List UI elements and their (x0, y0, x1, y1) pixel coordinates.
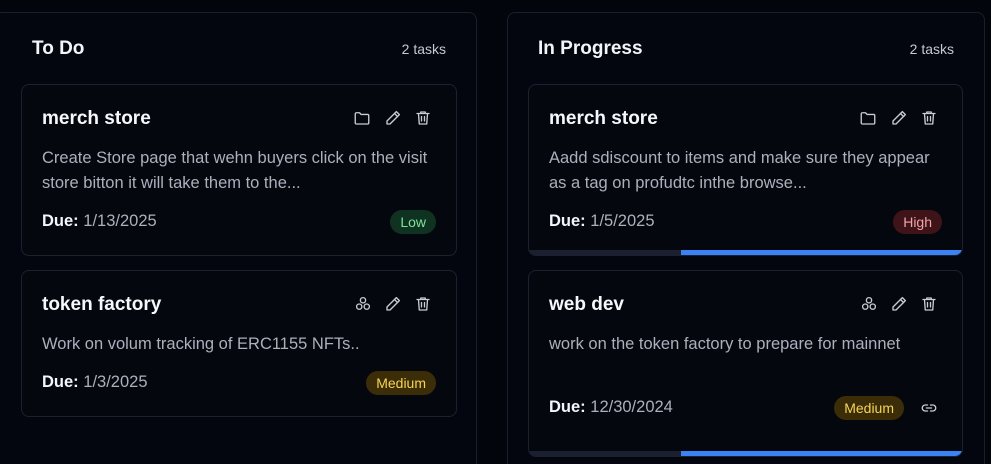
card-title: merch store (42, 108, 151, 129)
task-card[interactable]: merch store Create Store page that wehn … (21, 84, 457, 256)
column-in-progress: In Progress 2 tasks merch store Aadd sdi… (507, 12, 985, 464)
task-count: 2 tasks (909, 41, 954, 57)
folder-icon[interactable] (858, 109, 878, 127)
card-actions (860, 295, 938, 313)
due-label: Due: (549, 212, 586, 230)
due-date: 1/3/2025 (83, 373, 148, 391)
priority-badge: High (893, 210, 942, 234)
progress-bar (529, 250, 962, 255)
card-description: Create Store page that wehn buyers click… (42, 149, 428, 192)
card-title: merch store (549, 108, 658, 129)
card-title: token factory (42, 294, 162, 315)
task-count: 2 tasks (401, 41, 446, 57)
card-due: Due: 1/5/2025 (549, 212, 655, 231)
priority-badge: Medium (366, 371, 436, 395)
card-title: web dev (549, 294, 624, 315)
column-title: In Progress (538, 38, 643, 59)
card-description: Work on volum tracking of ERC1155 NFTs.. (42, 335, 360, 353)
priority-badge: Medium (834, 396, 904, 420)
column-title: To Do (32, 38, 85, 59)
trash-icon[interactable] (414, 295, 432, 313)
card-description: work on the token factory to prepare for… (549, 335, 901, 353)
card-due: Due: 1/3/2025 (42, 373, 148, 392)
column-header: To Do 2 tasks (0, 35, 476, 65)
due-label: Due: (42, 373, 79, 391)
edit-icon[interactable] (384, 109, 402, 127)
edit-icon[interactable] (890, 295, 908, 313)
due-date: 1/13/2025 (83, 212, 157, 230)
edit-icon[interactable] (384, 295, 402, 313)
card-actions (858, 109, 938, 127)
progress-bar (529, 451, 962, 456)
progress-fill (680, 250, 962, 255)
card-actions (352, 109, 432, 127)
task-card[interactable]: token factory Work on volum tracking of … (21, 270, 457, 417)
link-icon[interactable] (920, 399, 938, 422)
column-header: In Progress 2 tasks (508, 35, 984, 65)
cluster-icon[interactable] (860, 295, 878, 313)
due-label: Due: (549, 398, 586, 416)
edit-icon[interactable] (890, 109, 908, 127)
task-card[interactable]: merch store Aadd sdiscount to items and … (528, 84, 963, 256)
due-label: Due: (42, 212, 79, 230)
card-due: Due: 1/13/2025 (42, 212, 157, 231)
trash-icon[interactable] (920, 295, 938, 313)
priority-badge: Low (390, 210, 436, 234)
progress-fill (680, 451, 962, 456)
trash-icon[interactable] (414, 109, 432, 127)
due-date: 1/5/2025 (590, 212, 655, 230)
task-card[interactable]: web dev work on the token factory to pre… (528, 270, 963, 457)
cluster-icon[interactable] (354, 295, 372, 313)
card-actions (354, 295, 432, 313)
column-todo: To Do 2 tasks merch store Create Store p… (0, 12, 477, 464)
due-date: 12/30/2024 (590, 398, 673, 416)
folder-icon[interactable] (352, 109, 372, 127)
trash-icon[interactable] (920, 109, 938, 127)
card-description: Aadd sdiscount to items and make sure th… (549, 149, 930, 192)
card-due: Due: 12/30/2024 (549, 398, 673, 417)
